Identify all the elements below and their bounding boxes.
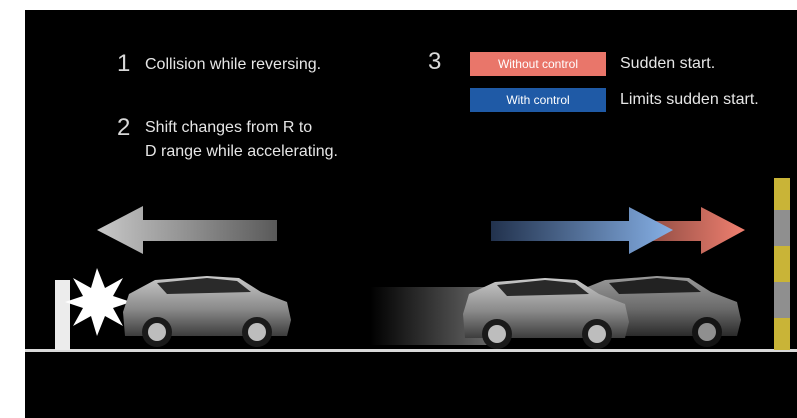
with-control-description: Limits sudden start. [620, 91, 759, 108]
right-arrow-blue-icon [491, 207, 673, 254]
without-control-badge: Without control [470, 52, 606, 76]
item-1-number: 1 [117, 50, 131, 77]
with-control-badge: With control [470, 88, 606, 112]
item-2-line-1: Shift changes from R to [145, 119, 313, 136]
item-1-text: Collision while reversing. [145, 56, 322, 73]
wall [55, 280, 70, 350]
ground-line [25, 349, 797, 352]
item-3-number: 3 [428, 48, 442, 75]
without-control-description: Sudden start. [620, 55, 716, 72]
left-arrow-icon [97, 206, 277, 254]
illustration-frame: 1 Collision while reversing. 2 Shift cha… [0, 0, 797, 418]
item-2-line-2: D range while accelerating. [145, 143, 338, 160]
illustration-panel: 1 Collision while reversing. 2 Shift cha… [25, 10, 797, 418]
collision-burst-icon [65, 268, 131, 336]
pole-icon [774, 178, 790, 350]
car-icon [123, 276, 291, 347]
item-2-number: 2 [117, 114, 131, 141]
